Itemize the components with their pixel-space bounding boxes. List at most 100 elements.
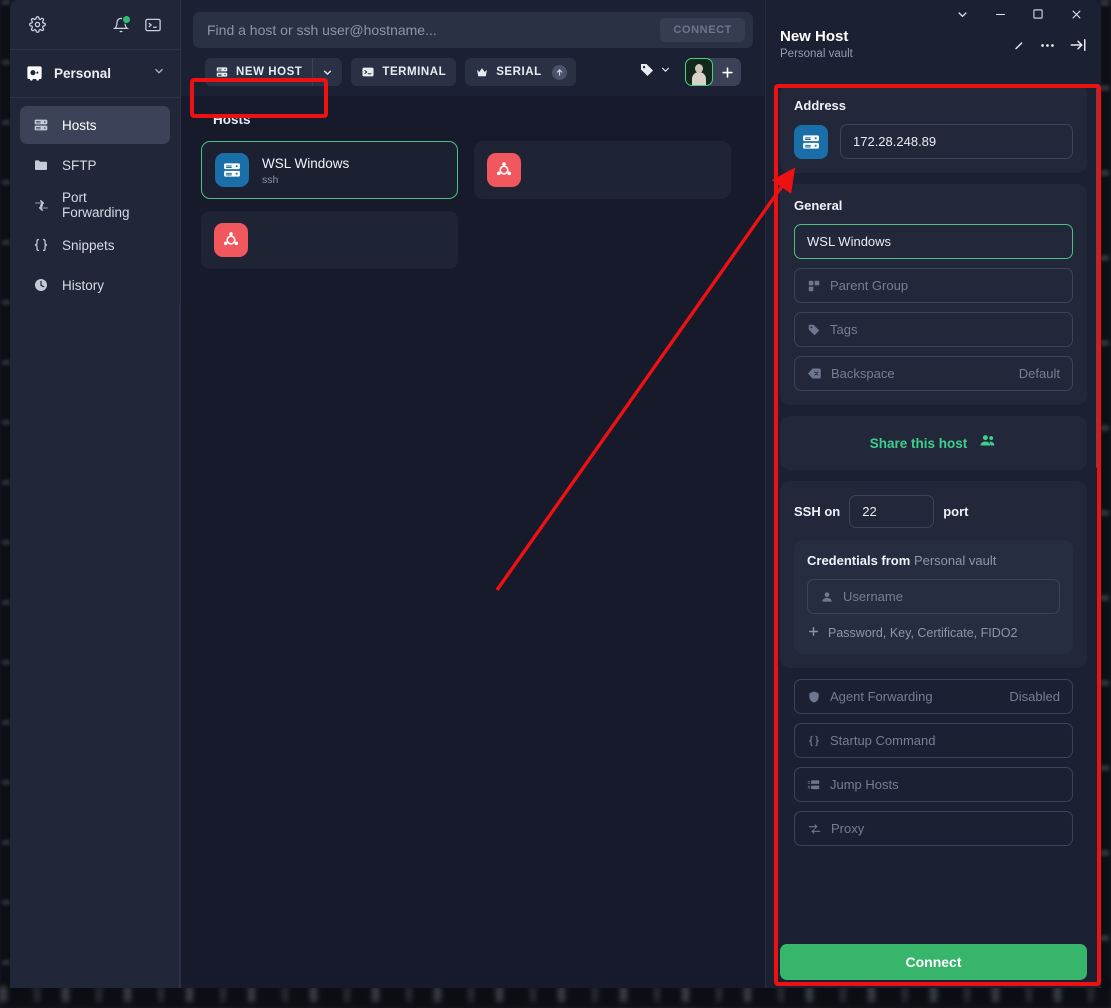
search-connect-button[interactable]: CONNECT	[660, 18, 745, 42]
close-icon[interactable]	[1057, 0, 1095, 28]
main-content: Find a host or ssh user@hostname... CONN…	[181, 0, 765, 988]
host-editor-panel: New Host Personal vault Address 172.28.2…	[765, 0, 1101, 988]
sidebar-item-port-forwarding[interactable]: Port Forwarding	[20, 186, 170, 224]
braces-icon	[32, 237, 50, 253]
backspace-icon	[807, 366, 822, 381]
proxy-icon	[807, 822, 822, 836]
main-top-area: Find a host or ssh user@hostname... CONN…	[181, 0, 765, 96]
terminal-button[interactable]: TERMINAL	[351, 58, 457, 86]
sidebar-item-snippets[interactable]: Snippets	[20, 226, 170, 264]
host-card-ubuntu-2[interactable]	[201, 211, 458, 269]
vault-icon	[24, 64, 44, 84]
username-input[interactable]: Username	[807, 579, 1060, 614]
parent-group-placeholder: Parent Group	[830, 278, 909, 293]
termius-app-window: Personal Hosts SFTP Port Forwarding Snip…	[10, 0, 1101, 988]
sidebar-item-label: Hosts	[62, 117, 97, 133]
agent-forwarding-value: Disabled	[1009, 689, 1060, 704]
host-name: WSL Windows	[262, 155, 350, 171]
avatar[interactable]	[685, 58, 713, 86]
ssh-suffix-label: port	[943, 504, 969, 519]
agent-forwarding-setting[interactable]: Agent Forwarding Disabled	[794, 679, 1073, 714]
tags-filter-button[interactable]	[635, 62, 676, 83]
plus-icon	[807, 625, 820, 641]
search-input[interactable]: Find a host or ssh user@hostname...	[207, 22, 660, 38]
jump-hosts-input[interactable]: Jump Hosts	[794, 767, 1073, 802]
vault-selector[interactable]: Personal	[10, 50, 180, 98]
chevron-down-icon	[659, 63, 672, 81]
address-card: Address 172.28.248.89	[780, 84, 1087, 173]
more-horizontal-icon[interactable]	[1039, 37, 1056, 59]
credentials-header: Credentials from Personal vault	[807, 553, 1060, 568]
maximize-icon[interactable]	[1019, 0, 1057, 28]
new-host-label: NEW HOST	[236, 66, 303, 78]
sidebar-item-label: SFTP	[62, 157, 97, 173]
shield-icon	[807, 690, 821, 704]
sidebar: Personal Hosts SFTP Port Forwarding Snip…	[10, 0, 181, 988]
new-host-button[interactable]: NEW HOST	[205, 58, 343, 86]
vault-label: Personal	[54, 66, 112, 81]
add-credential-label: Password, Key, Certificate, FIDO2	[828, 626, 1018, 640]
panel-scrollbar[interactable]	[1096, 88, 1099, 468]
braces-icon	[807, 734, 821, 748]
settings-gear-icon[interactable]	[24, 12, 50, 38]
tag-icon	[639, 62, 655, 83]
clock-icon	[32, 277, 50, 293]
share-host-button[interactable]: Share this host	[780, 416, 1087, 470]
folder-icon	[32, 157, 50, 173]
sidebar-item-hosts[interactable]: Hosts	[20, 106, 170, 144]
serial-button[interactable]: SERIAL	[465, 58, 576, 86]
server-icon	[215, 153, 249, 187]
terminal-icon[interactable]	[140, 12, 166, 38]
host-grid: WSL Windows ssh	[201, 141, 745, 269]
search-bar[interactable]: Find a host or ssh user@hostname... CONN…	[193, 12, 753, 48]
chevron-down-icon[interactable]	[943, 0, 981, 28]
agent-forwarding-label: Agent Forwarding	[830, 689, 933, 704]
ssh-card: SSH on 22 port Credentials from Personal…	[780, 481, 1087, 668]
add-member-button[interactable]	[713, 58, 741, 86]
sidebar-top-toolbar	[10, 0, 180, 50]
sidebar-item-sftp[interactable]: SFTP	[20, 146, 170, 184]
host-protocol: ssh	[262, 173, 279, 186]
credentials-label: Credentials from	[807, 553, 911, 568]
credentials-vault[interactable]: Personal vault	[914, 553, 996, 568]
ssh-port-input[interactable]: 22	[849, 495, 935, 528]
general-card: General WSL Windows Parent Group Tags Ba…	[780, 184, 1087, 405]
startup-command-placeholder: Startup Command	[830, 733, 936, 748]
backspace-setting[interactable]: Backspace Default	[794, 356, 1073, 391]
address-label: Address	[794, 98, 847, 113]
chevron-down-icon	[152, 64, 166, 83]
page-title: Hosts	[213, 112, 251, 127]
credentials-card: Credentials from Personal vault Username	[794, 540, 1073, 654]
host-card-ubuntu-1[interactable]	[474, 141, 731, 199]
add-credential-button[interactable]: Password, Key, Certificate, FIDO2	[807, 625, 1060, 641]
general-label: General	[794, 198, 843, 213]
upgrade-arrow-icon[interactable]	[551, 64, 567, 80]
host-card-wsl-windows[interactable]: WSL Windows ssh	[201, 141, 458, 199]
jump-hosts-placeholder: Jump Hosts	[830, 777, 899, 792]
panel-title: New Host	[780, 28, 849, 45]
notifications-bell-icon[interactable]	[108, 12, 134, 38]
sidebar-nav: Hosts SFTP Port Forwarding Snippets Hist…	[10, 98, 180, 304]
collapse-right-icon[interactable]	[1069, 36, 1087, 59]
panel-form: Address 172.28.248.89 General WSL Window…	[766, 84, 1101, 944]
sidebar-item-label: History	[62, 277, 105, 293]
user-icon	[820, 590, 834, 604]
group-icon	[807, 279, 821, 293]
connect-button[interactable]: Connect	[780, 944, 1087, 980]
parent-group-input[interactable]: Parent Group	[794, 268, 1073, 303]
notification-badge-dot	[122, 14, 131, 24]
address-input[interactable]: 172.28.248.89	[840, 124, 1073, 159]
server-icon	[32, 117, 50, 133]
minimize-icon[interactable]	[981, 0, 1019, 28]
proxy-input[interactable]: Proxy	[794, 811, 1073, 846]
new-host-dropdown-chevron-down-icon[interactable]	[313, 66, 342, 79]
sidebar-item-history[interactable]: History	[20, 266, 170, 304]
window-titlebar	[766, 0, 1101, 28]
host-label-input[interactable]: WSL Windows	[794, 224, 1073, 259]
tags-input[interactable]: Tags	[794, 312, 1073, 347]
server-icon	[205, 65, 236, 79]
startup-command-input[interactable]: Startup Command	[794, 723, 1073, 758]
panel-subtitle: Personal vault	[780, 48, 853, 61]
pin-icon[interactable]	[1011, 38, 1026, 58]
tag-icon	[807, 323, 821, 337]
